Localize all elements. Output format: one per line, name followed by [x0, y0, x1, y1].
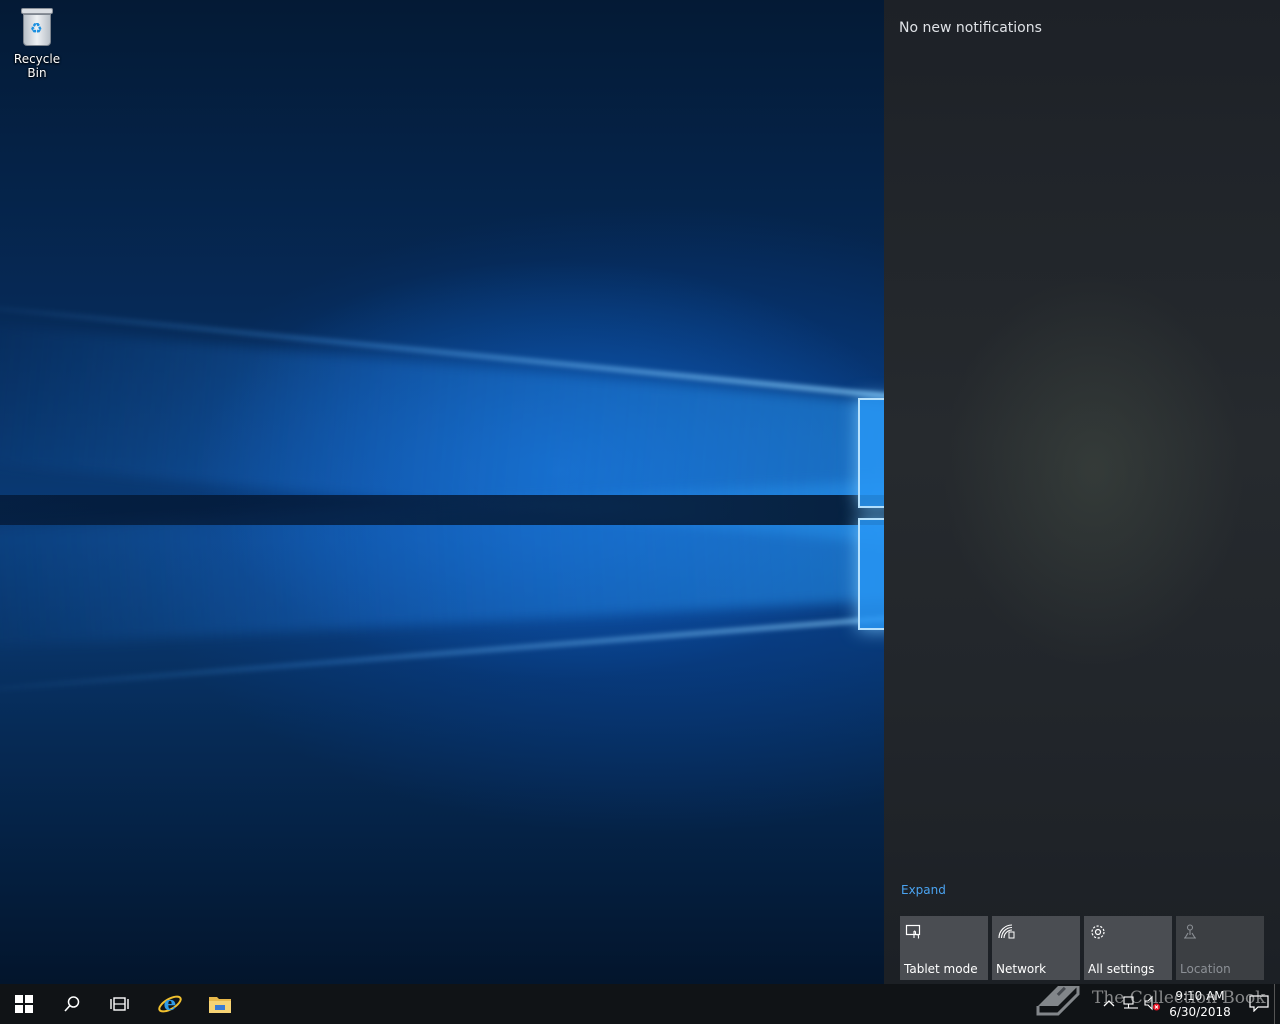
- quick-action-all-settings[interactable]: All settings: [1084, 916, 1172, 980]
- quick-action-label: All settings: [1088, 962, 1155, 976]
- show-desktop-button[interactable]: [1274, 984, 1280, 1024]
- expand-link[interactable]: Expand: [901, 883, 946, 897]
- quick-action-label: Location: [1180, 962, 1231, 976]
- network-icon: [998, 924, 1015, 939]
- chevron-up-icon[interactable]: [1100, 994, 1118, 1012]
- notification-icon[interactable]: [1248, 994, 1270, 1012]
- task-view-icon: [110, 997, 129, 1011]
- search-button[interactable]: [48, 984, 96, 1024]
- gear-icon: [1091, 925, 1105, 939]
- volume-muted-icon[interactable]: [1143, 994, 1161, 1012]
- action-center-panel: No new notifications Expand Tablet mode …: [884, 0, 1280, 984]
- internet-explorer-button[interactable]: e: [146, 984, 194, 1024]
- task-view-button[interactable]: [96, 984, 144, 1024]
- quick-action-label: Network: [996, 962, 1047, 976]
- svg-text:e: e: [164, 991, 177, 1015]
- taskbar: e 9:10 AM 6/30/2018: [0, 984, 1280, 1024]
- quick-action-label: Tablet mode: [904, 962, 978, 976]
- recycle-bin-icon: ♻: [19, 6, 55, 48]
- wallpaper-beam: [0, 495, 900, 525]
- clock-time: 9:10 AM: [1175, 989, 1225, 1003]
- folder-icon: [209, 997, 231, 1013]
- windows-logo-icon: [15, 995, 33, 1013]
- clock[interactable]: 9:10 AM 6/30/2018: [1160, 988, 1240, 1020]
- file-explorer-button[interactable]: [196, 984, 244, 1024]
- quick-action-location[interactable]: Location: [1176, 916, 1264, 980]
- search-icon: [64, 996, 80, 1012]
- quick-action-network[interactable]: Network: [992, 916, 1080, 980]
- tablet-mode-icon: [905, 924, 921, 939]
- quick-action-tablet-mode[interactable]: Tablet mode: [900, 916, 988, 980]
- internet-explorer-icon: e: [158, 991, 182, 1015]
- network-icon[interactable]: [1122, 994, 1140, 1012]
- start-button[interactable]: [0, 984, 48, 1024]
- desktop-icon-recycle-bin[interactable]: ♻ Recycle Bin: [4, 6, 70, 80]
- notifications-status: No new notifications: [899, 20, 1042, 36]
- clock-date: 6/30/2018: [1169, 1005, 1231, 1019]
- desktop-icon-label: Recycle Bin: [13, 52, 61, 80]
- location-icon: [1184, 924, 1196, 939]
